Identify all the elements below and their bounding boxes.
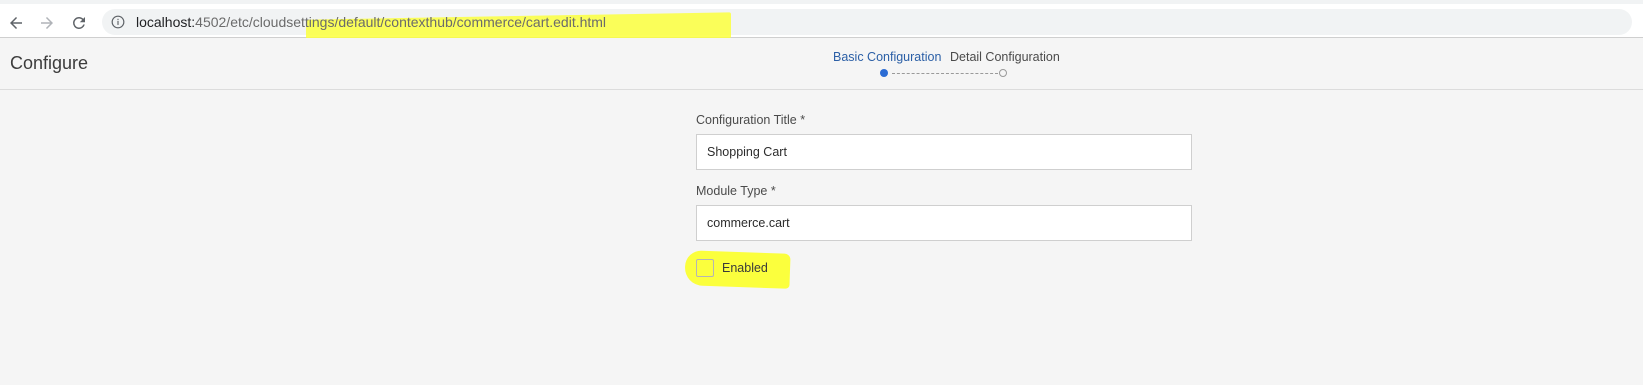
step-connector [892,73,998,74]
step-basic-configuration[interactable]: Basic Configuration [833,50,941,64]
url-path: 4502/etc/cloudsettings/default/contexthu… [195,14,607,30]
configuration-title-label: Configuration Title * [696,113,806,127]
page-header: Configure Basic Configuration Detail Con… [0,38,1643,90]
configuration-title-input[interactable] [696,134,1192,170]
browser-toolbar: localhost:4502/etc/cloudsettings/default… [0,0,1643,46]
step-progress [880,69,1010,79]
module-type-label: Module Type * [696,184,776,198]
enabled-checkbox[interactable] [696,259,714,277]
page-title: Configure [10,53,89,73]
reload-button[interactable] [68,12,90,34]
forward-button[interactable] [36,12,58,34]
step-dot-inactive [999,69,1007,77]
address-bar[interactable]: localhost:4502/etc/cloudsettings/default… [102,9,1632,46]
arrow-right-icon [41,17,53,29]
url-host: localhost: [136,14,196,30]
enabled-label[interactable]: Enabled [722,261,768,275]
info-icon[interactable] [111,15,125,29]
module-type-input[interactable] [696,205,1192,241]
url-text: localhost:4502/etc/cloudsettings/default… [136,13,606,31]
step-detail-configuration[interactable]: Detail Configuration [950,50,1060,64]
step-dot-active [880,69,888,77]
reload-icon [73,16,85,29]
back-button[interactable] [5,12,27,34]
arrow-left-icon [10,17,22,29]
